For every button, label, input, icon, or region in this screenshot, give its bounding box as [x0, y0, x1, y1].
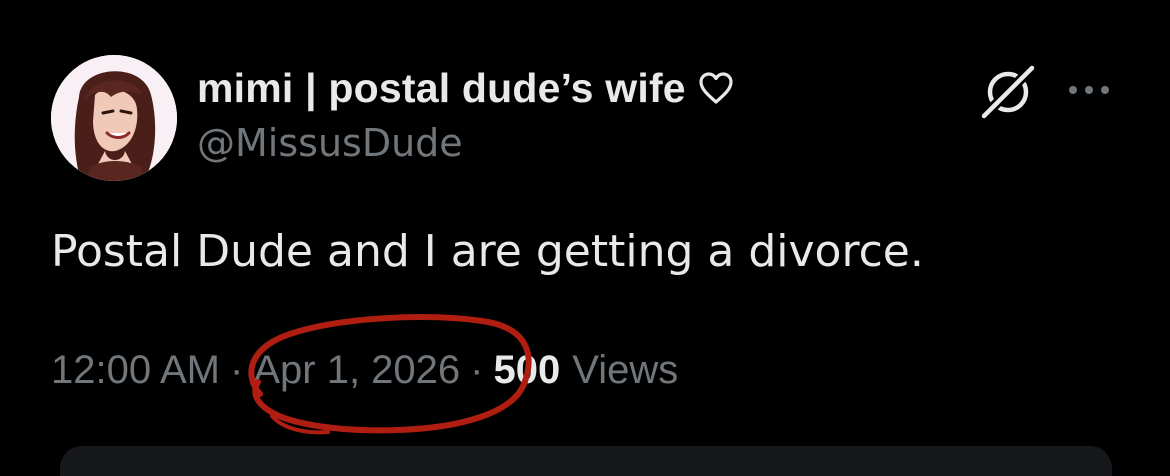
tweet: mimi | postal dude’s wife @MissusDude Po…: [0, 0, 1170, 476]
display-name[interactable]: mimi | postal dude’s wife: [197, 65, 686, 112]
tweet-text: Postal Dude and I are getting a divorce.: [51, 226, 924, 277]
grok-icon[interactable]: [978, 62, 1038, 122]
separator-dot: ·: [470, 347, 484, 392]
more-horizontal-icon[interactable]: [1065, 74, 1113, 106]
tweet-metadata: 12:00 AM · Apr 1, 2026 · 500 Views: [51, 344, 678, 396]
avatar-illustration: [51, 55, 177, 181]
tweet-time[interactable]: 12:00 AM: [51, 348, 220, 393]
avatar[interactable]: [51, 55, 177, 181]
display-name-row[interactable]: mimi | postal dude’s wife: [197, 62, 734, 114]
separator-dot: ·: [230, 347, 244, 392]
views-label[interactable]: Views: [572, 348, 678, 393]
user-handle[interactable]: @MissusDude: [197, 121, 463, 165]
heart-outline-icon: [698, 71, 734, 105]
views-count[interactable]: 500: [494, 348, 561, 393]
reply-composer-card[interactable]: [60, 446, 1112, 476]
tweet-date[interactable]: Apr 1, 2026: [253, 348, 460, 393]
